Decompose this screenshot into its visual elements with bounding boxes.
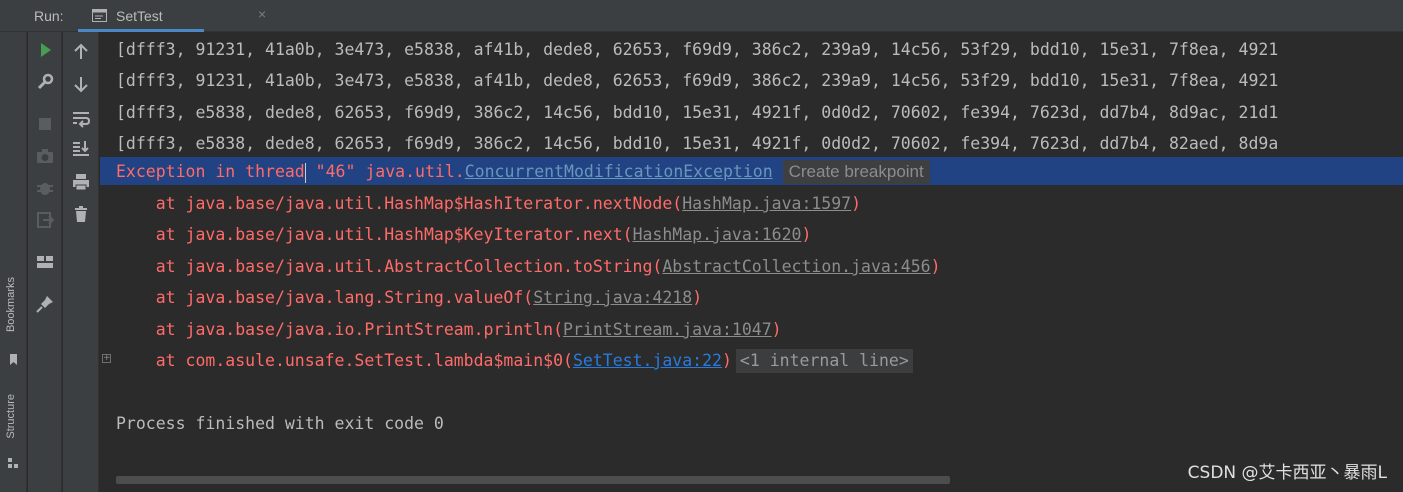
left-tool-stripe: Bookmarks Structure [0, 32, 27, 492]
down-stack-button[interactable] [71, 74, 91, 94]
print-button[interactable] [71, 172, 91, 192]
tab-label: SetTest [116, 8, 163, 24]
stack-frame-tail: ) [721, 351, 732, 370]
source-link-settest[interactable]: SetTest.java:22 [573, 351, 722, 370]
create-breakpoint-hint[interactable]: Create breakpoint [782, 160, 930, 184]
watermark: CSDN @艾卡西亚丶暴雨L [1187, 463, 1387, 483]
run-toolbar-left [28, 32, 62, 492]
dump-threads-button[interactable] [35, 146, 55, 166]
exit-icon [37, 212, 55, 228]
soft-wrap-icon [73, 112, 91, 128]
stack-frame-tail: ) [801, 225, 812, 244]
soft-wrap-button[interactable] [71, 108, 91, 128]
stack-frame: at java.base/java.util.AbstractCollectio… [116, 255, 941, 279]
structure-icon [8, 458, 18, 468]
source-link[interactable]: PrintStream.java:1047 [563, 320, 772, 339]
print-icon [73, 174, 89, 191]
stack-frame-text: at com.asule.unsafe.SetTest.lambda$main$… [116, 351, 573, 370]
camera-icon [37, 149, 53, 163]
stack-frame: at java.base/java.util.HashMap$KeyIterat… [116, 223, 812, 247]
scroll-to-end-button[interactable] [71, 138, 91, 158]
exception-class-link[interactable]: ConcurrentModificationException [465, 162, 773, 181]
stack-frame-text: at java.base/java.util.HashMap$HashItera… [116, 194, 683, 213]
rerun-button[interactable] [35, 40, 55, 60]
run-label: Run: [34, 8, 64, 24]
stack-frame-text: at java.base/java.lang.String.valueOf( [116, 288, 534, 307]
layout-button[interactable] [35, 252, 55, 272]
exit-message: Process finished with exit code 0 [116, 414, 444, 433]
exit-button[interactable] [35, 210, 55, 230]
stack-frame-tail: ) [930, 257, 941, 276]
structure-tool-button[interactable]: Structure [5, 394, 17, 439]
stack-frame-tail: ) [692, 288, 703, 307]
stack-frame-text: at java.base/java.io.PrintStream.println… [116, 320, 564, 339]
edit-config-button[interactable] [35, 72, 55, 92]
console-icon [92, 9, 107, 22]
wrench-icon [37, 73, 54, 90]
run-toolbar-right [63, 32, 99, 492]
scroll-to-end-icon [73, 141, 89, 156]
source-link[interactable]: String.java:4218 [533, 288, 692, 307]
exception-line: Exception in thread "46" java.util.Concu… [116, 160, 930, 184]
up-stack-button[interactable] [71, 42, 91, 62]
down-arrow-icon [74, 77, 88, 93]
trash-icon [75, 206, 87, 222]
up-arrow-icon [74, 43, 88, 59]
output-line: [dfff3, 91231, 41a0b, 3e473, e5838, af41… [116, 40, 1279, 59]
stack-frame-last: at com.asule.unsafe.SetTest.lambda$main$… [116, 349, 913, 373]
expand-fold-icon[interactable]: + [102, 354, 111, 363]
stack-frame-tail: ) [771, 320, 782, 339]
output-line: [dfff3, e5838, dede8, 62653, f69d9, 386c… [116, 103, 1279, 122]
source-link[interactable]: AbstractCollection.java:456 [662, 257, 930, 276]
run-icon [41, 43, 51, 57]
stop-button[interactable] [35, 114, 55, 134]
pin-icon [36, 296, 53, 313]
run-tool-window-header: Run: SetTest × [0, 0, 1403, 32]
stack-frame: at java.base/java.util.HashMap$HashItera… [116, 192, 861, 216]
debug-icon [37, 183, 53, 195]
console-output[interactable]: [dfff3, 91231, 41a0b, 3e473, e5838, af41… [100, 32, 1403, 492]
debug-button[interactable] [35, 178, 55, 198]
stack-frame-tail: ) [851, 194, 862, 213]
pin-tab-button[interactable] [35, 294, 55, 314]
output-line: [dfff3, 91231, 41a0b, 3e473, e5838, af41… [116, 71, 1279, 90]
stack-frame: at java.base/java.io.PrintStream.println… [116, 318, 782, 342]
stack-frame: at java.base/java.lang.String.valueOf(St… [116, 286, 702, 310]
source-link[interactable]: HashMap.java:1597 [682, 194, 851, 213]
stack-frame-text: at java.base/java.util.AbstractCollectio… [116, 257, 663, 276]
horizontal-scrollbar[interactable] [116, 476, 950, 484]
stop-icon [39, 118, 51, 130]
clear-all-button[interactable] [71, 204, 91, 224]
bookmarks-tool-button[interactable]: Bookmarks [5, 277, 17, 332]
exception-thread: "46" java.util. [305, 162, 465, 181]
stack-frame-text: at java.base/java.util.HashMap$KeyIterat… [116, 225, 633, 244]
close-icon[interactable]: × [258, 6, 266, 22]
source-link[interactable]: HashMap.java:1620 [633, 225, 802, 244]
exception-prefix: Exception in thread [116, 162, 305, 181]
output-line: [dfff3, e5838, dede8, 62653, f69d9, 386c… [116, 134, 1279, 153]
internal-lines-fold[interactable]: <1 internal line> [735, 349, 913, 373]
bookmark-icon [10, 354, 17, 365]
layout-icon [37, 256, 53, 268]
tab-settest[interactable]: SetTest × [78, 0, 266, 32]
